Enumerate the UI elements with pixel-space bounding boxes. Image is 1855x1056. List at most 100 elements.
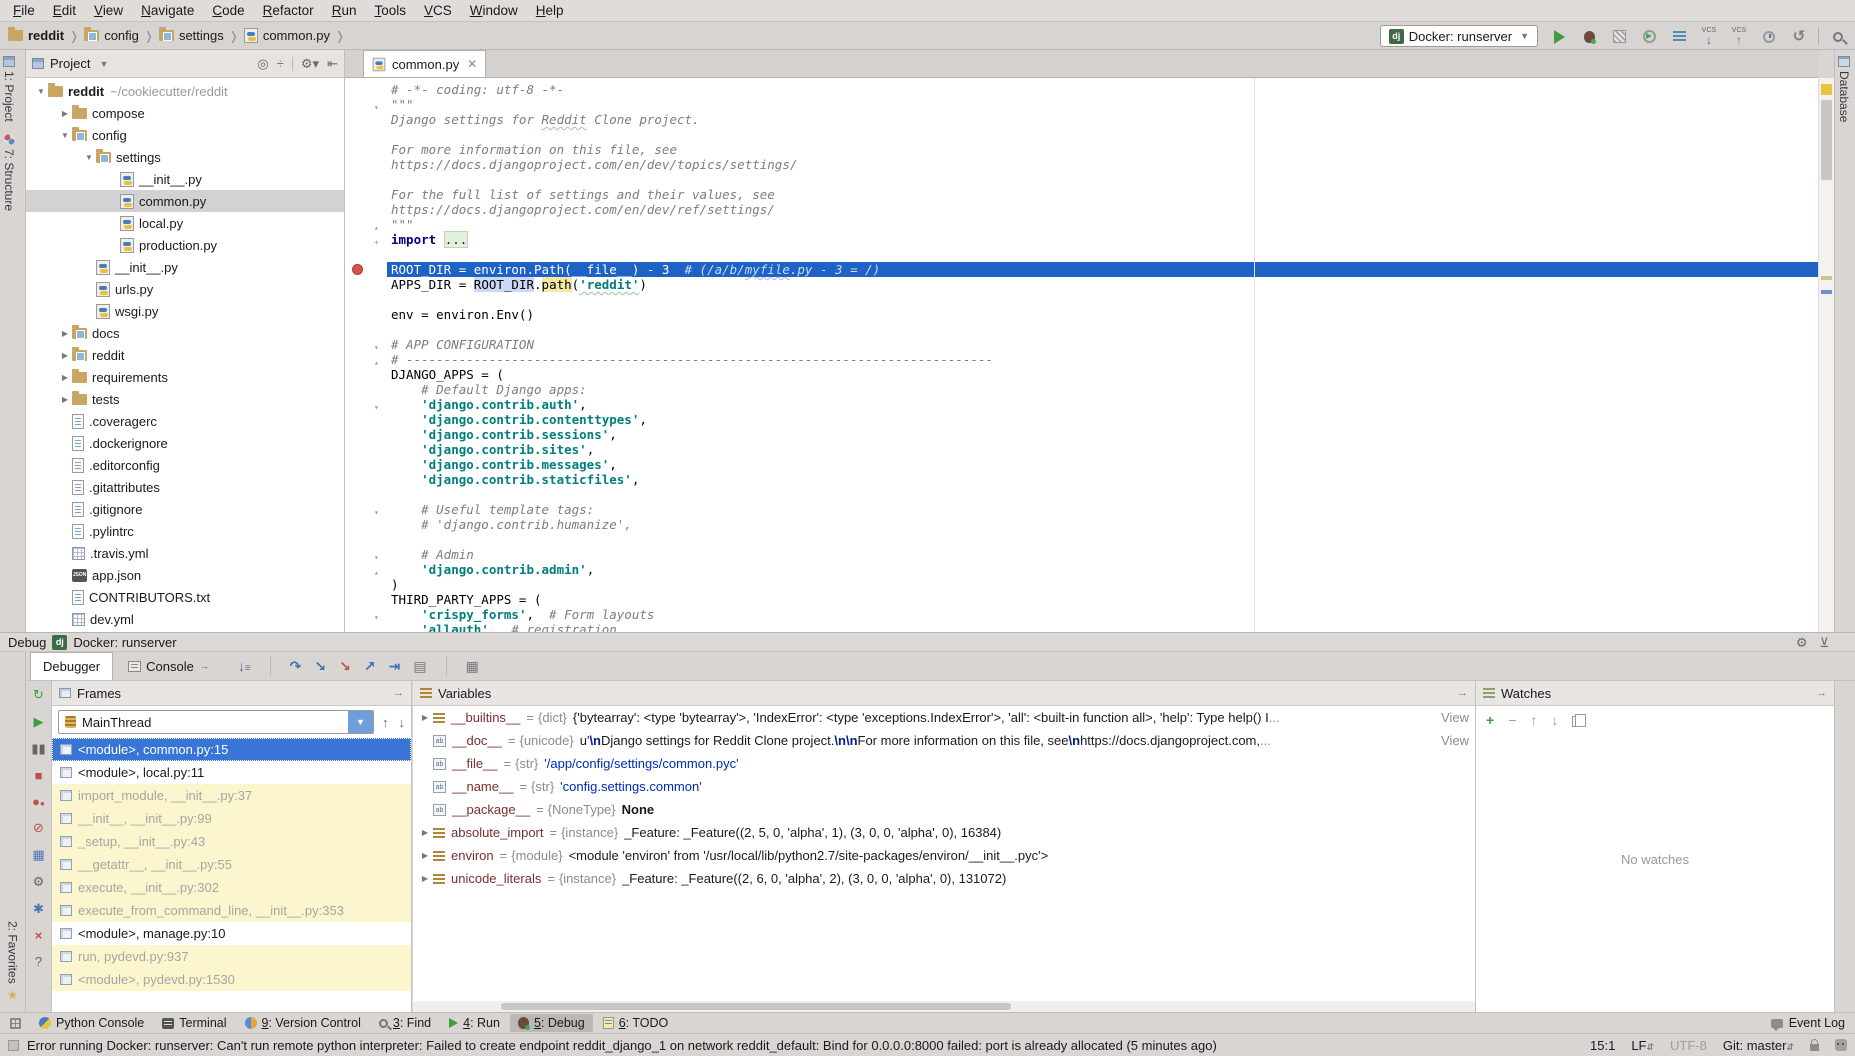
frame-row[interactable]: _setup, __init__.py:43 — [52, 830, 411, 853]
chevron-down-icon[interactable]: ▼ — [348, 711, 373, 733]
expand-arrow-icon[interactable]: ▶ — [417, 713, 433, 722]
menu-view[interactable]: View — [85, 1, 132, 20]
rerun-icon[interactable]: ↻ — [33, 687, 44, 703]
run-to-cursor-icon[interactable]: ⇥ — [389, 658, 401, 675]
frame-down-icon[interactable]: ↓ — [399, 715, 406, 730]
expand-arrow-icon[interactable]: ▶ — [417, 828, 433, 837]
profiler-icon[interactable] — [1638, 28, 1660, 45]
chevron-right-icon[interactable]: ▶ — [58, 329, 72, 338]
frame-row[interactable]: execute_from_command_line, __init__.py:3… — [52, 899, 411, 922]
menu-vcs[interactable]: VCS — [415, 1, 461, 20]
variable-row-environ[interactable]: ▶environ={module}<module 'environ' from … — [413, 844, 1475, 867]
tool-window-button-6-todo[interactable]: 6: TODO — [595, 1014, 677, 1032]
run-configuration-select[interactable]: dj Docker: runserver ▼ — [1380, 25, 1538, 47]
tool-strip-2-favorites[interactable]: 2: Favorites★ — [4, 915, 22, 1008]
view-link[interactable]: View — [1439, 710, 1475, 725]
collapse-all-icon[interactable]: ÷ — [277, 57, 284, 70]
tree-item-pylintrc[interactable]: .pylintrc — [26, 520, 344, 542]
vcs-update-icon[interactable]: VCS↓ — [1698, 27, 1720, 46]
close-icon[interactable]: × — [35, 928, 43, 943]
force-step-into-icon[interactable]: ↘ — [339, 658, 351, 675]
encoding-indicator[interactable]: UTF-8 — [1670, 1038, 1707, 1053]
restore-windows-icon[interactable] — [10, 1018, 21, 1029]
pin-icon[interactable]: ✱ — [33, 901, 44, 917]
breadcrumb-item-config[interactable]: config — [84, 28, 139, 43]
tree-item-contributors-txt[interactable]: CONTRIBUTORS.txt — [26, 586, 344, 608]
variable-row-file[interactable]: ab__file__={str}'/app/config/settings/co… — [413, 752, 1475, 775]
settings-gear-icon[interactable]: ⚙ — [1796, 636, 1808, 649]
menu-refactor[interactable]: Refactor — [254, 1, 323, 20]
breadcrumb-item-settings[interactable]: settings — [159, 28, 224, 43]
chevron-right-icon[interactable]: ▶ — [58, 373, 72, 382]
tree-item-local-py[interactable]: local.py — [26, 212, 344, 234]
variable-row-absolute-import[interactable]: ▶absolute_import={instance}_Feature: _Fe… — [413, 821, 1475, 844]
tree-item-docs[interactable]: ▶docs — [26, 322, 344, 344]
mute-breakpoints-icon[interactable]: ⊘ — [33, 820, 44, 836]
tree-item-gitignore[interactable]: .gitignore — [26, 498, 344, 520]
restore-layout-icon[interactable]: ▦ — [32, 847, 44, 863]
tool-strip-1-project[interactable]: 1: Project — [0, 50, 18, 128]
chevron-right-icon[interactable]: ▶ — [58, 109, 72, 118]
variable-row-name[interactable]: ab__name__={str}'config.settings.common' — [413, 775, 1475, 798]
debugger-tab-debugger[interactable]: Debugger — [30, 652, 113, 680]
close-tab-icon[interactable]: ✕ — [467, 57, 477, 71]
tool-window-button-3-find[interactable]: 3: Find — [371, 1014, 439, 1032]
tree-item-compose[interactable]: ▶compose — [26, 102, 344, 124]
tree-item-wsgi-py[interactable]: wsgi.py — [26, 300, 344, 322]
vcs-commit-icon[interactable]: VCS↑ — [1728, 27, 1750, 46]
tree-item-production-py[interactable]: production.py — [26, 234, 344, 256]
expand-arrow-icon[interactable]: ▶ — [417, 851, 433, 860]
breakpoint-icon[interactable] — [352, 264, 363, 275]
tool-strip-7-structure[interactable]: 7: Structure — [0, 128, 18, 217]
tool-window-button-5-debug[interactable]: 5: Debug — [510, 1014, 593, 1032]
settings-icon[interactable]: ⚙ — [33, 874, 45, 890]
frame-row[interactable]: __getattr__, __init__.py:55 — [52, 853, 411, 876]
pin-panel-icon[interactable]: → — [1457, 687, 1468, 699]
search-everywhere-icon[interactable] — [1827, 28, 1849, 45]
stop-icon[interactable]: ■ — [35, 768, 43, 783]
menu-window[interactable]: Window — [461, 1, 527, 20]
tree-item-common-py[interactable]: common.py — [26, 190, 344, 212]
breadcrumb-item-common-py[interactable]: common.py — [244, 28, 330, 43]
editor-tab-common-py[interactable]: common.py ✕ — [363, 50, 486, 77]
step-into-icon[interactable]: ↘ — [314, 658, 326, 675]
tree-item-settings[interactable]: ▼settings — [26, 146, 344, 168]
tree-item-config[interactable]: ▼config — [26, 124, 344, 146]
hide-window-icon[interactable]: ⊻ — [1819, 636, 1829, 649]
tree-item-gitattributes[interactable]: .gitattributes — [26, 476, 344, 498]
tree-item-app-json[interactable]: JSONapp.json — [26, 564, 344, 586]
chevron-right-icon[interactable]: ▶ — [58, 351, 72, 360]
menu-file[interactable]: File — [4, 1, 44, 20]
highlighting-level-icon[interactable] — [1835, 1039, 1847, 1051]
scrollbar-thumb[interactable] — [501, 1003, 1011, 1010]
chevron-down-icon[interactable]: ▼ — [58, 131, 72, 140]
tree-item-init-py[interactable]: __init__.py — [26, 256, 344, 278]
pin-panel-icon[interactable]: → — [393, 687, 404, 699]
menu-tools[interactable]: Tools — [365, 1, 415, 20]
menu-run[interactable]: Run — [323, 1, 366, 20]
chevron-down-icon[interactable]: ▼ — [34, 87, 48, 96]
frame-row[interactable]: <module>, manage.py:10 — [52, 922, 411, 945]
tree-item-urls-py[interactable]: urls.py — [26, 278, 344, 300]
resume-icon[interactable]: ▶ — [34, 714, 44, 730]
debug-icon[interactable] — [1578, 28, 1600, 45]
breadcrumb-item-reddit[interactable]: reddit — [8, 28, 64, 43]
locate-icon[interactable]: ◎ — [257, 57, 268, 70]
recent-changes-icon[interactable] — [1758, 28, 1780, 45]
step-out-icon[interactable]: ↗ — [364, 658, 376, 675]
menu-edit[interactable]: Edit — [44, 1, 85, 20]
frame-row[interactable]: run, pydevd.py:937 — [52, 945, 411, 968]
add-watch-icon[interactable]: + — [1486, 712, 1494, 728]
view-breakpoints-icon[interactable]: ●● — [32, 794, 45, 809]
coverage-icon[interactable] — [1608, 28, 1630, 45]
chevron-down-icon[interactable]: ▼ — [99, 59, 108, 69]
chevron-right-icon[interactable]: ▶ — [58, 395, 72, 404]
pause-icon[interactable]: ▮▮ — [31, 741, 45, 757]
status-message[interactable]: Error running Docker: runserver: Can't r… — [27, 1038, 1217, 1053]
frame-row[interactable]: <module>, pydevd.py:1530 — [52, 968, 411, 991]
hide-panel-icon[interactable]: ⇤ — [327, 57, 338, 70]
evaluate-expression-icon[interactable]: ▤ — [413, 658, 426, 675]
layout-settings-icon[interactable]: ▦ — [466, 658, 479, 675]
frame-up-icon[interactable]: ↑ — [382, 715, 389, 730]
menu-code[interactable]: Code — [203, 1, 253, 20]
